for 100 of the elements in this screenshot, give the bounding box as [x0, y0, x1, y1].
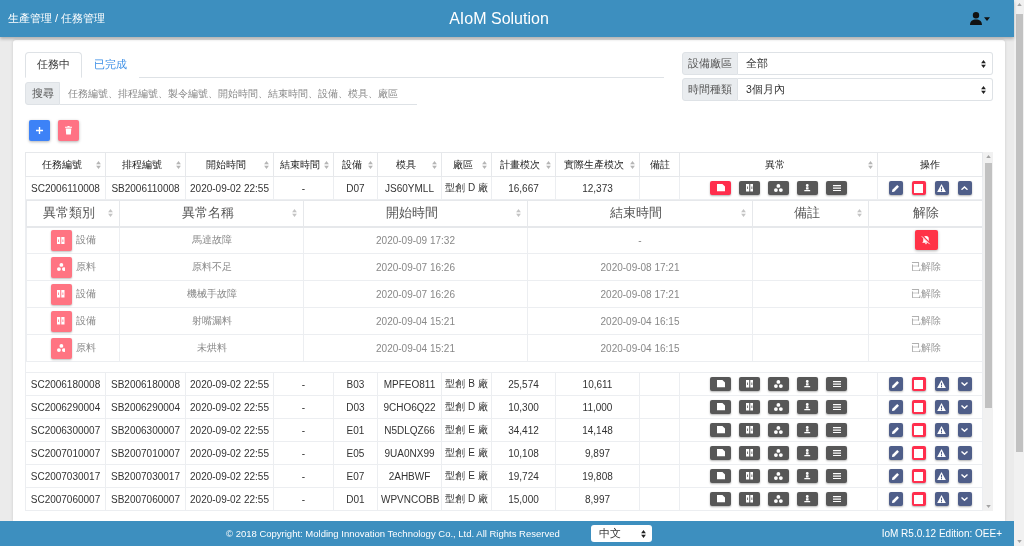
alert-button[interactable]	[826, 400, 847, 414]
alert-button[interactable]	[797, 469, 818, 483]
alert-button[interactable]	[826, 423, 847, 437]
column-header[interactable]: 異常類別	[26, 200, 120, 227]
breadcrumb: 生產管理 / 任務管理	[8, 11, 106, 26]
category-button[interactable]	[50, 229, 72, 251]
expand-button[interactable]	[957, 423, 972, 437]
column-header[interactable]: 任務編號	[25, 152, 106, 177]
alert-button[interactable]	[710, 181, 731, 195]
alert-button[interactable]	[710, 492, 731, 506]
stop-button[interactable]	[911, 446, 926, 460]
filter-select[interactable]: 3個月內	[738, 78, 993, 101]
alert-button[interactable]	[739, 469, 760, 483]
edit-button[interactable]	[888, 377, 903, 391]
alert-button[interactable]	[739, 377, 760, 391]
user-menu-button[interactable]	[970, 12, 990, 25]
alert-button[interactable]	[826, 446, 847, 460]
delete-button[interactable]	[58, 120, 79, 141]
alert-button[interactable]	[797, 446, 818, 460]
stop-button[interactable]	[911, 181, 926, 195]
category-button[interactable]	[50, 256, 72, 278]
scrollbar[interactable]	[983, 152, 993, 511]
language-select[interactable]: 中文	[590, 525, 652, 542]
alert-button[interactable]	[710, 423, 731, 437]
alert-button[interactable]	[739, 400, 760, 414]
resolve-button[interactable]	[914, 230, 938, 251]
warning-button[interactable]	[934, 423, 949, 437]
column-header[interactable]: 結束時間	[527, 200, 753, 227]
add-button[interactable]	[29, 120, 50, 141]
filter-select[interactable]: 全部	[738, 52, 993, 75]
warning-button[interactable]	[934, 446, 949, 460]
warning-icon	[937, 183, 946, 193]
column-header[interactable]: 備註	[752, 200, 869, 227]
alert-button[interactable]	[768, 377, 789, 391]
expand-button[interactable]	[957, 446, 972, 460]
alert-button[interactable]	[797, 492, 818, 506]
column-header[interactable]: 異常名稱	[119, 200, 304, 227]
scrollbar-thumb[interactable]	[984, 163, 992, 408]
edit-button[interactable]	[888, 446, 903, 460]
edit-button[interactable]	[888, 423, 903, 437]
category-button[interactable]	[50, 337, 72, 359]
stop-button[interactable]	[911, 469, 926, 483]
column-header[interactable]: 實際生產模次	[555, 152, 640, 177]
table-cell: 2020-09-04 15:21	[303, 307, 528, 335]
edit-button[interactable]	[888, 400, 903, 414]
alert-button[interactable]	[797, 377, 818, 391]
stop-button[interactable]	[911, 423, 926, 437]
column-header[interactable]: 模具	[377, 152, 442, 177]
edit-button[interactable]	[888, 469, 903, 483]
user-icon	[970, 12, 982, 25]
alert-button[interactable]	[826, 492, 847, 506]
expand-button[interactable]	[957, 377, 972, 391]
warning-button[interactable]	[934, 492, 949, 506]
column-header[interactable]: 開始時間	[185, 152, 274, 177]
tab[interactable]: 任務中	[25, 52, 82, 78]
alert-button[interactable]	[739, 446, 760, 460]
alert-button[interactable]	[739, 423, 760, 437]
alert-button[interactable]	[797, 181, 818, 195]
scrollbar[interactable]	[1014, 0, 1024, 546]
expand-button[interactable]	[957, 492, 972, 506]
category-button[interactable]	[50, 310, 72, 332]
alert-button[interactable]	[710, 469, 731, 483]
expand-button[interactable]	[957, 400, 972, 414]
alert-button[interactable]	[710, 377, 731, 391]
warning-button[interactable]	[934, 181, 949, 195]
alert-button[interactable]	[826, 377, 847, 391]
edit-button[interactable]	[888, 492, 903, 506]
column-header[interactable]: 結束時間	[273, 152, 334, 177]
expand-button[interactable]	[957, 469, 972, 483]
column-header[interactable]: 排程編號	[105, 152, 186, 177]
collapse-button[interactable]	[957, 181, 972, 195]
alert-button[interactable]	[768, 400, 789, 414]
column-header[interactable]: 設備	[333, 152, 378, 177]
alert-button[interactable]	[826, 469, 847, 483]
alert-button[interactable]	[826, 181, 847, 195]
alert-button[interactable]	[797, 400, 818, 414]
alert-button[interactable]	[739, 181, 760, 195]
column-header[interactable]: 異常	[679, 152, 878, 177]
alert-button[interactable]	[768, 446, 789, 460]
stop-button[interactable]	[911, 400, 926, 414]
alert-button[interactable]	[768, 181, 789, 195]
alert-button[interactable]	[710, 400, 731, 414]
warning-button[interactable]	[934, 469, 949, 483]
warning-button[interactable]	[934, 377, 949, 391]
stop-button[interactable]	[911, 492, 926, 506]
scrollbar-thumb[interactable]	[1015, 14, 1023, 452]
column-header[interactable]: 開始時間	[303, 200, 528, 227]
category-button[interactable]	[50, 283, 72, 305]
column-header[interactable]: 廠區	[441, 152, 492, 177]
alert-button[interactable]	[739, 492, 760, 506]
alert-button[interactable]	[768, 492, 789, 506]
alert-button[interactable]	[768, 469, 789, 483]
alert-button[interactable]	[797, 423, 818, 437]
alert-button[interactable]	[710, 446, 731, 460]
pencil-icon	[892, 472, 899, 480]
stop-button[interactable]	[911, 377, 926, 391]
alert-button[interactable]	[768, 423, 789, 437]
column-header[interactable]: 計畫模次	[491, 152, 556, 177]
warning-button[interactable]	[934, 400, 949, 414]
edit-button[interactable]	[888, 181, 903, 195]
